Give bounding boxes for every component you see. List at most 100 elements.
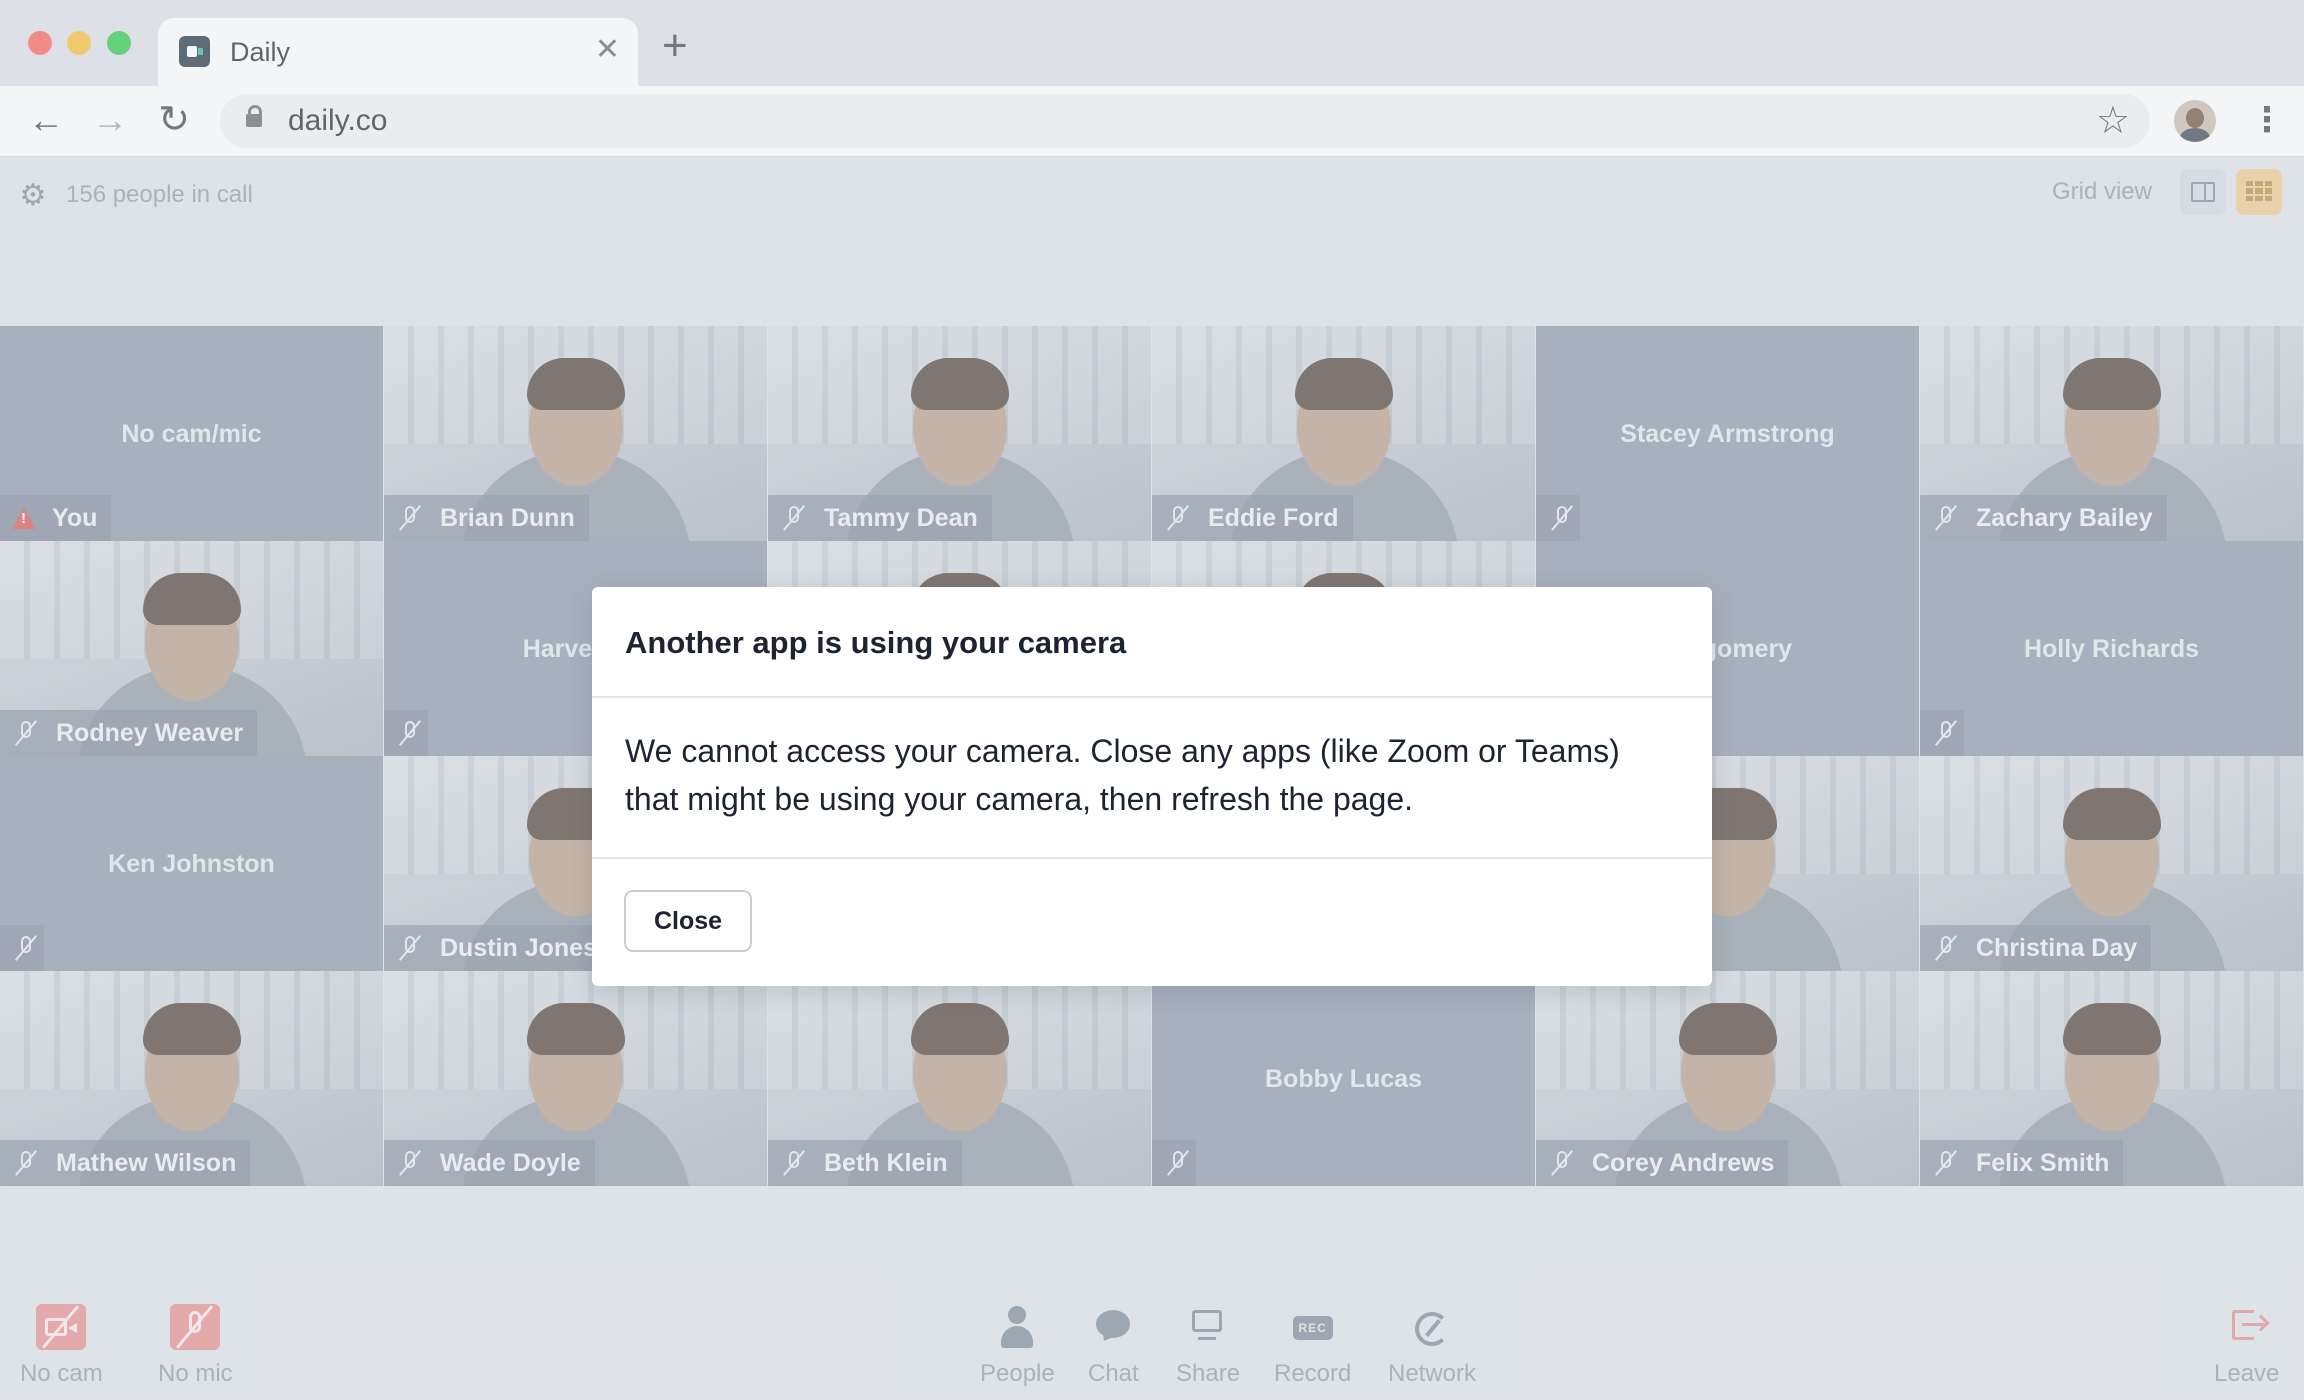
record-icon: REC (1288, 1304, 1338, 1350)
participant-tile[interactable]: Beth Klein (768, 971, 1151, 1186)
participant-video-person-hair (526, 358, 625, 410)
modal-header: Another app is using your camera (592, 587, 1712, 698)
profile-avatar[interactable] (2174, 100, 2216, 142)
participant-name: Mathew Wilson (56, 1148, 237, 1177)
mic-off-icon (780, 1149, 808, 1177)
participant-video-person-hair (1294, 358, 1393, 410)
participant-tile[interactable]: Brian Dunn (384, 326, 767, 541)
participant-tile[interactable]: Zachary Bailey (1920, 326, 2303, 541)
participant-label (384, 710, 428, 756)
leave-icon (2222, 1304, 2272, 1350)
mic-off-icon (1548, 504, 1576, 532)
participant-tile[interactable]: Stacey Armstrong (1536, 326, 1919, 541)
call-info: ⚙ 156 people in call (18, 175, 253, 215)
call-controls: No cam No mic People Chat Share REC Reco… (0, 1290, 2304, 1400)
address-bar[interactable]: daily.co ☆ (220, 94, 2150, 148)
mic-off-icon (1164, 504, 1192, 532)
mic-off-icon (1932, 504, 1960, 532)
browser-tab-daily[interactable]: Daily ✕ (158, 18, 638, 86)
mic-toggle-button[interactable]: No mic (158, 1304, 233, 1388)
participant-tile[interactable]: Felix Smith (1920, 971, 2303, 1186)
participant-tile[interactable]: Eddie Ford (1152, 326, 1535, 541)
reload-icon[interactable]: ↻ (154, 100, 194, 140)
view-switcher: Grid view (2052, 167, 2282, 217)
record-button[interactable]: REC Record (1274, 1304, 1351, 1388)
mic-off-icon (1548, 1149, 1576, 1177)
participant-name: Felix Smith (1976, 1148, 2110, 1177)
participant-tile[interactable]: Holly Richards (1920, 541, 2303, 756)
bookmark-star-icon[interactable]: ☆ (2096, 99, 2130, 143)
participant-tile[interactable]: Ken Johnston (0, 756, 383, 971)
forward-arrow-icon[interactable]: → (90, 100, 130, 140)
browser-menu-icon[interactable]: ⋮ (2250, 100, 2284, 140)
browser-tab-bar: Daily ✕ + (0, 0, 2304, 86)
mic-off-icon (170, 1304, 221, 1350)
participant-name: Wade Doyle (440, 1148, 581, 1177)
window-close-dot[interactable] (28, 31, 52, 55)
chat-button[interactable]: Chat (1088, 1304, 1139, 1388)
participant-name: You (52, 503, 98, 532)
participant-video-person-hair (2062, 1003, 2161, 1055)
url-text[interactable]: daily.co (288, 105, 388, 137)
participant-label: Rodney Weaver (0, 710, 258, 756)
network-button[interactable]: Network (1388, 1304, 1476, 1388)
participant-placeholder-name: Holly Richards (2023, 635, 2200, 663)
cam-toggle-button[interactable]: No cam (20, 1304, 103, 1388)
people-button[interactable]: People (980, 1304, 1055, 1388)
participant-label (1152, 1140, 1196, 1186)
participant-placeholder-name: Bobby Lucas (1265, 1065, 1422, 1093)
cam-label: No cam (20, 1360, 103, 1387)
record-label: Record (1274, 1360, 1352, 1387)
leave-button[interactable]: Leave (2214, 1304, 2279, 1388)
participant-placeholder-name: Stacey Armstrong (1620, 420, 1835, 448)
back-arrow-icon[interactable]: ← (26, 100, 66, 140)
participant-video-person-hair (2062, 788, 2161, 840)
window-minimize-dot[interactable] (67, 31, 91, 55)
tab-close-icon[interactable]: ✕ (595, 32, 620, 68)
participant-tile[interactable]: Tammy Dean (768, 326, 1151, 541)
grid-icon (2246, 181, 2272, 201)
participant-label: Beth Klein (768, 1140, 962, 1186)
modal-title: Another app is using your camera (625, 625, 1127, 660)
camera-off-icon (36, 1304, 87, 1350)
participant-label: Mathew Wilson (0, 1140, 251, 1186)
grid-view-button[interactable] (2236, 169, 2282, 215)
participant-label: Eddie Ford (1152, 495, 1353, 541)
people-count: 156 people in call (66, 181, 253, 208)
participant-name: Brian Dunn (440, 503, 575, 532)
new-tab-button[interactable]: + (662, 24, 688, 68)
daily-favicon-icon (179, 36, 210, 67)
participant-tile[interactable]: Christina Day (1920, 756, 2303, 971)
mic-off-icon (396, 1149, 424, 1177)
sidebar-view-button[interactable] (2180, 169, 2226, 215)
warning-icon (12, 507, 36, 529)
participant-label: Corey Andrews (1536, 1140, 1789, 1186)
share-button[interactable]: Share (1176, 1304, 1240, 1388)
lock-icon[interactable] (246, 105, 262, 127)
participant-tile[interactable]: Wade Doyle (384, 971, 767, 1186)
participant-tile[interactable]: Mathew Wilson (0, 971, 383, 1186)
camera-error-modal: Another app is using your camera We cann… (592, 587, 1712, 986)
participant-tile[interactable]: Rodney Weaver (0, 541, 383, 756)
gear-icon[interactable]: ⚙ (18, 178, 48, 213)
participant-name: Rodney Weaver (56, 718, 244, 747)
participant-name: Dustin Jones (440, 933, 597, 962)
close-button[interactable]: Close (624, 890, 752, 952)
window-maximize-dot[interactable] (107, 31, 131, 55)
participant-label: Zachary Bailey (1920, 495, 2167, 541)
participant-video-person-hair (1678, 1003, 1777, 1055)
mic-off-icon (396, 934, 424, 962)
participant-label: Tammy Dean (768, 495, 992, 541)
mic-off-icon (1932, 934, 1960, 962)
participant-tile[interactable]: No cam/mic You (0, 326, 383, 541)
participant-label: Felix Smith (1920, 1140, 2124, 1186)
participant-tile[interactable]: Bobby Lucas (1152, 971, 1535, 1186)
participant-tile[interactable]: Corey Andrews (1536, 971, 1919, 1186)
participant-video-person-hair (2062, 358, 2161, 410)
participant-label (1536, 495, 1580, 541)
participant-placeholder-name: No cam/mic (121, 420, 262, 448)
mic-off-icon (1164, 1149, 1192, 1177)
participant-label: Wade Doyle (384, 1140, 595, 1186)
mic-off-icon (780, 504, 808, 532)
screen-share-icon (1183, 1304, 1233, 1350)
